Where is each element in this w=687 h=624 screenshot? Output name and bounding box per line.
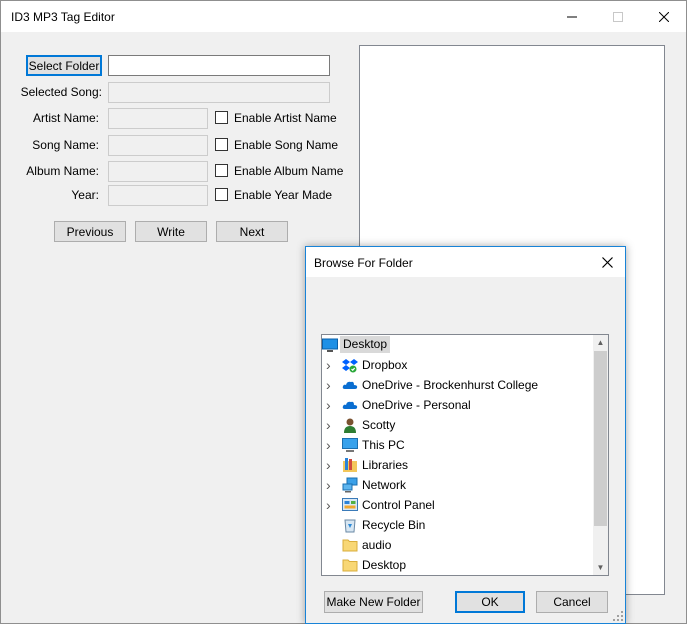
chevron-right-icon[interactable]: › [326,458,336,472]
enable-album-checkbox[interactable] [215,164,228,177]
album-name-field [108,161,208,182]
write-button[interactable]: Write [135,221,207,242]
year-field [108,185,208,206]
enable-year-checkbox[interactable] [215,188,228,201]
tree-item-label: Control Panel [362,498,435,512]
scroll-thumb[interactable] [594,351,607,526]
select-folder-button[interactable]: Select Folder [26,55,102,76]
enable-song-checkbox[interactable] [215,138,228,151]
chevron-right-icon[interactable]: › [326,418,336,432]
tree-item-label: Dropbox [362,358,408,372]
browse-folder-dialog: Browse For Folder Desktop › Dropbox › OneDri… [305,246,626,624]
onedrive-icon [342,397,358,413]
tree-item[interactable]: › Libraries [322,455,592,475]
artist-name-label: Artist Name: [32,111,99,125]
chevron-right-icon[interactable]: › [326,378,336,392]
network-icon [342,477,358,493]
artist-name-field [108,108,208,129]
tree-item-label: Libraries [362,458,409,472]
chevron-right-icon[interactable]: › [326,358,336,372]
close-button[interactable] [641,1,687,32]
tree-item[interactable]: › OneDrive - Personal [322,395,592,415]
cancel-button[interactable]: Cancel [536,591,608,613]
chevron-right-icon[interactable]: › [326,498,336,512]
scroll-up-icon[interactable]: ▲ [593,335,608,350]
tree-item[interactable]: › Control Panel [322,495,592,515]
enable-year-label[interactable]: Enable Year Made [234,188,332,202]
tree-item[interactable]: › Dropbox [322,355,592,375]
ok-button[interactable]: OK [455,591,525,613]
maximize-icon [613,11,623,22]
libraries-icon [342,457,358,473]
tree-scrollbar[interactable]: ▲ ▼ [593,335,608,575]
folder-icon [342,537,358,553]
dialog-title-bar[interactable]: Browse For Folder [306,247,625,277]
tree-item-label: Network [362,478,407,492]
enable-artist-checkbox[interactable] [215,111,228,124]
resize-grip-icon[interactable] [613,611,623,621]
make-new-folder-button[interactable]: Make New Folder [324,591,423,613]
minimize-button[interactable] [549,1,595,32]
tree-item[interactable]: › Network [322,475,592,495]
year-label: Year: [71,188,99,202]
next-button[interactable]: Next [216,221,288,242]
dialog-title: Browse For Folder [314,256,413,270]
maximize-button[interactable] [595,1,641,32]
folder-icon [342,557,358,573]
folder-tree[interactable]: Desktop › Dropbox › OneDrive - Brockenhurst … [321,334,609,576]
tree-item-label: Desktop [362,558,407,572]
enable-album-label[interactable]: Enable Album Name [234,164,343,178]
selected-song-field [108,82,330,103]
enable-song-label[interactable]: Enable Song Name [234,138,338,152]
album-name-label: Album Name: [26,164,99,178]
dropbox-icon [342,357,358,373]
song-name-label: Song Name: [32,138,99,152]
close-icon [601,256,613,268]
tree-item-label: Scotty [362,418,396,432]
chevron-right-icon[interactable]: › [326,438,336,452]
close-icon [659,11,669,22]
tree-item-label: Desktop [340,336,391,353]
tree-item[interactable]: › Scotty [322,415,592,435]
user-icon [342,417,358,433]
tree-item[interactable]: Desktop [322,335,592,355]
tree-item-label: OneDrive - Personal [362,398,471,412]
control-panel-icon [342,497,358,513]
desktop-icon [322,337,338,353]
computer-icon [342,437,358,453]
chevron-right-icon[interactable]: › [326,398,336,412]
selected-song-label: Selected Song: [20,85,102,99]
onedrive-icon [342,377,358,393]
tree-item[interactable]: Desktop [322,555,592,575]
tree-item-label: This PC [362,438,405,452]
tree-item[interactable]: › This PC [322,435,592,455]
tree-item[interactable]: Recycle Bin [322,515,592,535]
dialog-close-button[interactable] [596,251,618,273]
title-bar[interactable]: ID3 MP3 Tag Editor [1,1,686,32]
minimize-icon [567,16,577,17]
song-name-field [108,135,208,156]
tree-item-label: OneDrive - Brockenhurst College [362,378,539,392]
enable-artist-label[interactable]: Enable Artist Name [234,111,337,125]
previous-button[interactable]: Previous [54,221,126,242]
recycle-bin-icon [342,517,358,533]
chevron-right-icon[interactable]: › [326,478,336,492]
folder-path-input[interactable] [108,55,330,76]
tree-item[interactable]: › OneDrive - Brockenhurst College [322,375,592,395]
tree-item[interactable]: audio [322,535,592,555]
tree-item-label: Recycle Bin [362,518,426,532]
tree-item-label: audio [362,538,392,552]
window-title: ID3 MP3 Tag Editor [11,10,115,24]
scroll-down-icon[interactable]: ▼ [593,560,608,575]
